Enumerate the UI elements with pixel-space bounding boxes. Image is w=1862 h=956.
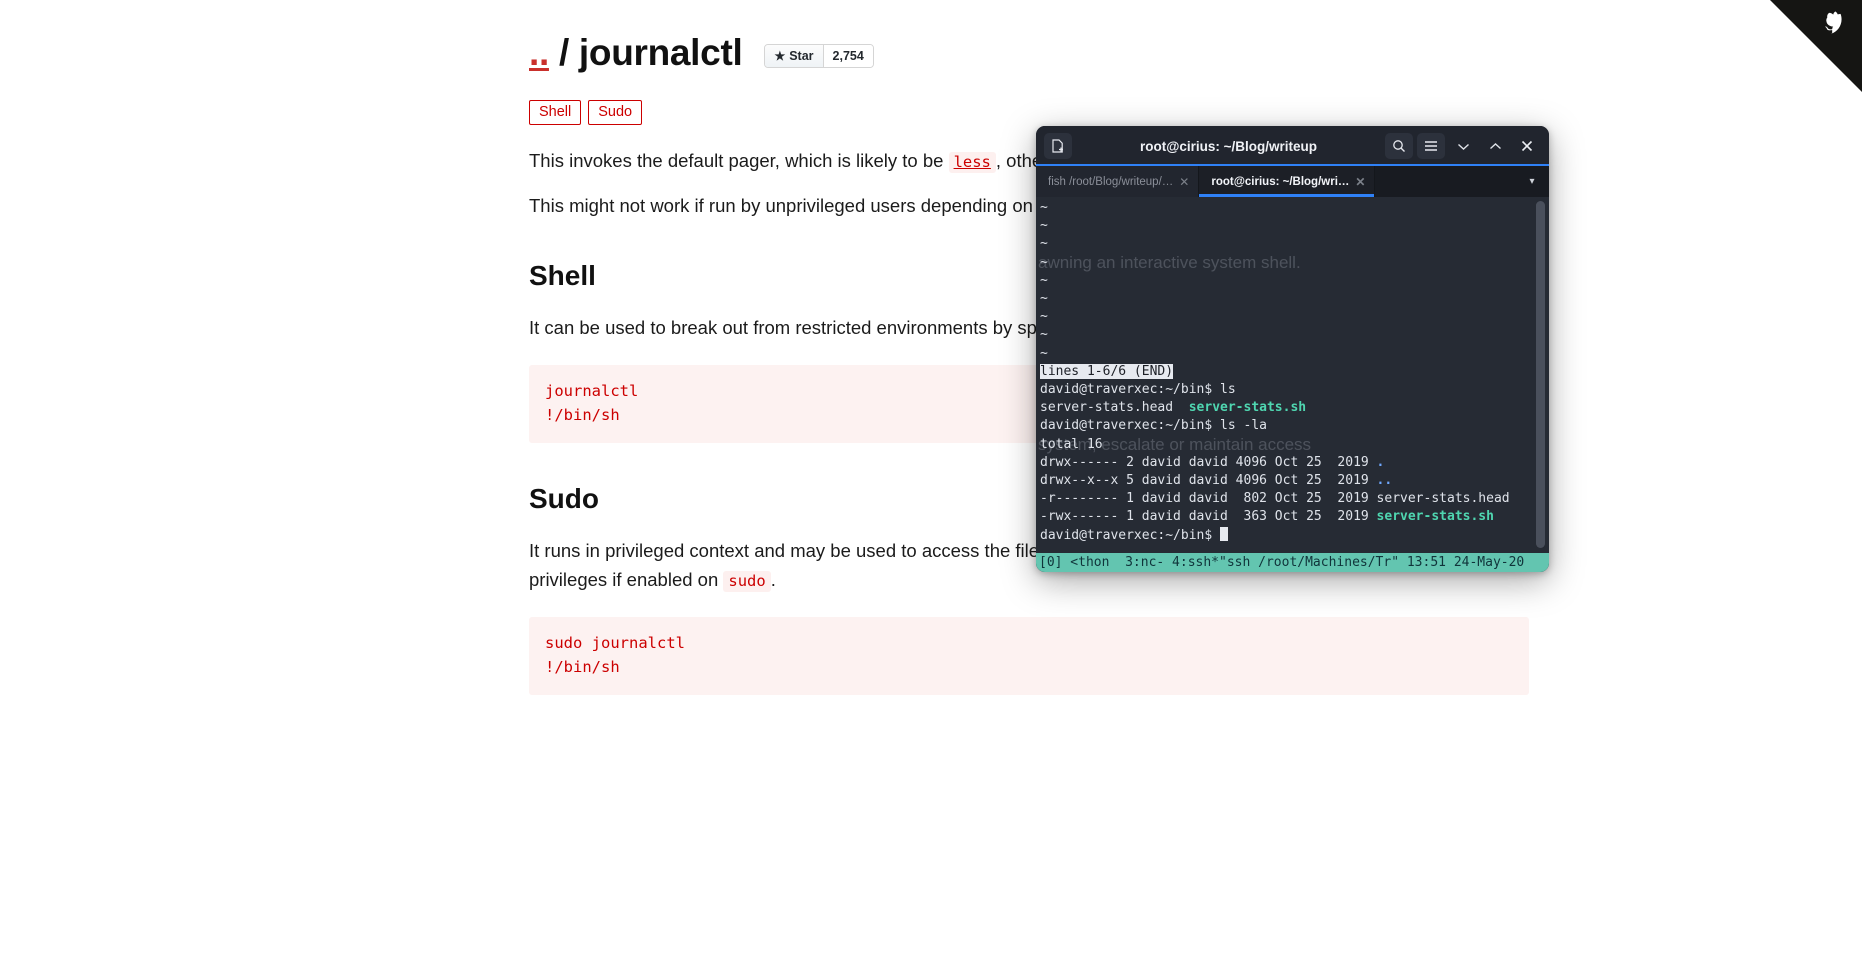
terminal-line: ~ <box>1040 327 1048 343</box>
tmux-status-bar: [0] <thon 3:nc- 4:ssh*"ssh /root/Machine… <box>1036 553 1549 572</box>
tag-list: Shell Sudo <box>529 100 1529 126</box>
terminal-line: server-stats.head server-stats.sh <box>1040 400 1307 416</box>
page-root: .. / journalctl ★ Star 2,754 Shell Sudo … <box>0 0 1862 956</box>
star-button[interactable]: ★ Star <box>765 45 824 67</box>
star-icon: ★ <box>774 49 786 63</box>
tag-sudo[interactable]: Sudo <box>588 100 643 126</box>
tab-list-dropdown-icon[interactable]: ▾ <box>1515 166 1549 197</box>
terminal-line: ~ <box>1040 272 1048 288</box>
maximize-icon[interactable] <box>1481 133 1509 159</box>
less-code-link[interactable]: less <box>948 152 996 174</box>
page-header: .. / journalctl ★ Star 2,754 <box>529 22 1529 84</box>
terminal-line: system, escalate or maintain access total… <box>1038 434 1312 454</box>
hamburger-glyph <box>1425 141 1437 151</box>
terminal-line: david@traverxec:~/bin$ ls -la <box>1040 418 1267 434</box>
terminal-lines: ~ ~ ~ awning an interactive system shell. ~ ~… <box>1038 199 1549 545</box>
star-button-label: Star <box>789 49 814 63</box>
sudo-body-after: . <box>770 568 776 590</box>
parent-dir-link[interactable]: .. <box>529 32 549 73</box>
terminal-cursor <box>1220 526 1229 541</box>
close-glyph <box>1521 140 1533 152</box>
terminal-line: david@traverxec:~/bin$ ls <box>1040 382 1236 398</box>
terminal-output[interactable]: ~ ~ ~ awning an interactive system shell. ~ ~… <box>1036 197 1549 572</box>
octocat-icon <box>1770 0 1862 92</box>
terminal-line: ~ <box>1040 291 1048 307</box>
minimize-icon[interactable] <box>1449 133 1477 159</box>
tab-close-icon[interactable]: ✕ <box>1355 176 1365 188</box>
menu-icon[interactable] <box>1417 133 1445 159</box>
terminal-line: ~ <box>1040 218 1048 234</box>
terminal-line: -rwx------ 1 david david 363 Oct 25 2019… <box>1040 509 1494 525</box>
titlebar-controls <box>1385 133 1541 159</box>
terminal-line: ~ <box>1040 200 1048 215</box>
close-icon[interactable] <box>1513 133 1541 159</box>
chevron-down-glyph <box>1457 143 1469 150</box>
tab-label: root@cirius: ~/Blog/wri… <box>1211 175 1350 188</box>
terminal-title: root@cirius: ~/Blog/writeup <box>1139 138 1318 154</box>
star-count[interactable]: 2,754 <box>823 45 873 67</box>
new-tab-glyph <box>1052 139 1063 153</box>
terminal-tab-1[interactable]: fish /root/Blog/writeup/… ✕ <box>1036 166 1200 197</box>
terminal-line: lines 1-6/6 (END) <box>1040 363 1174 379</box>
new-tab-icon[interactable] <box>1044 133 1072 159</box>
search-glyph <box>1393 140 1405 152</box>
terminal-line: ~ <box>1040 236 1048 252</box>
terminal-tabbar[interactable]: fish /root/Blog/writeup/… ✕ root@cirius:… <box>1036 166 1549 197</box>
tab-label: fish /root/Blog/writeup/… <box>1048 175 1174 188</box>
github-corner-ribbon[interactable] <box>1770 0 1862 92</box>
chevron-up-glyph <box>1489 142 1501 149</box>
terminal-line: david@traverxec:~/bin$ <box>1038 526 1549 545</box>
repo-name: journalctl <box>578 32 743 73</box>
tag-shell[interactable]: Shell <box>529 100 582 126</box>
star-widget[interactable]: ★ Star 2,754 <box>764 44 874 68</box>
tab-close-icon[interactable]: ✕ <box>1179 176 1189 188</box>
terminal-window[interactable]: root@cirius: ~/Blog/writeup fish /root/B… <box>1036 126 1549 572</box>
terminal-scrollbar[interactable] <box>1536 201 1545 548</box>
code-block-sudo[interactable]: sudo journalctl !/bin/sh <box>529 616 1529 695</box>
terminal-line: drwx--x--x 5 david david 4096 Oct 25 201… <box>1040 473 1393 489</box>
intro-p1-before: This invokes the default pager, which is… <box>529 150 949 172</box>
terminal-line: -r-------- 1 david david 802 Oct 25 2019… <box>1040 491 1510 507</box>
terminal-tab-2[interactable]: root@cirius: ~/Blog/wri… ✕ <box>1199 166 1376 197</box>
sudo-inline-code: sudo <box>723 570 771 592</box>
bleed-through-text: awning an interactive system shell. <box>1038 252 1301 272</box>
terminal-line: ~ <box>1040 309 1048 325</box>
terminal-scroll-thumb[interactable] <box>1536 201 1545 548</box>
terminal-titlebar[interactable]: root@cirius: ~/Blog/writeup <box>1036 126 1549 166</box>
search-icon[interactable] <box>1385 133 1413 159</box>
terminal-line: ~ <box>1040 345 1048 361</box>
page-title: .. / journalctl <box>529 32 743 74</box>
terminal-line: awning an interactive system shell. ~ <box>1038 252 1301 272</box>
terminal-line: drwx------ 2 david david 4096 Oct 25 201… <box>1040 454 1385 470</box>
title-separator: / <box>558 32 569 73</box>
